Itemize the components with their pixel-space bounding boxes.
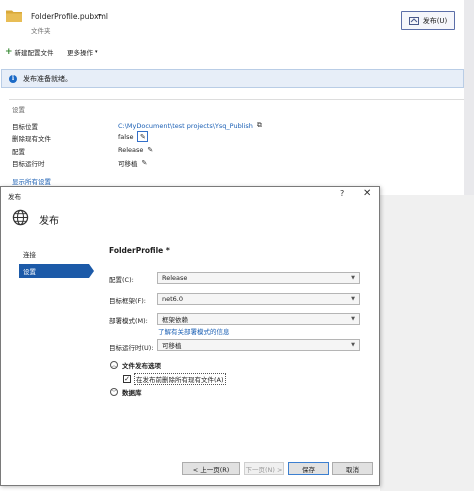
runtime-select-value: 可移植 (162, 342, 182, 350)
publish-button[interactable]: 发布(U) (401, 11, 455, 30)
deployment-select-value: 框架依赖 (162, 316, 188, 324)
profile-title: FolderProfile * (109, 246, 170, 255)
target-runtime-label: 目标运行时 (12, 160, 45, 168)
deployment-mode-link[interactable]: 了解有关部署模式的信息 (158, 326, 230, 336)
close-icon[interactable]: ✕ (363, 188, 371, 199)
save-button-label: 保存 (302, 465, 315, 474)
target-runtime-text: 可移植 (118, 160, 138, 168)
settings-section-title: 设置 (12, 106, 25, 114)
more-actions-button[interactable]: 更多操作 ▾ (67, 47, 98, 57)
chevron-down-icon: ▼ (351, 296, 355, 302)
configuration-label: 配置 (12, 148, 25, 156)
chevron-down-icon: ▼ (351, 316, 355, 322)
dialog-title: 发布 (8, 193, 21, 201)
globe-icon (12, 209, 29, 226)
configuration-value: Release ✎ (118, 146, 153, 154)
pencil-icon[interactable]: ✎ (137, 131, 149, 142)
framework-select-value: net6.0 (162, 295, 184, 303)
status-info-bar: i 发布准备就绪。 (1, 69, 464, 88)
cancel-button-label: 取消 (346, 465, 359, 474)
delete-existing-checkbox-row[interactable]: ✓ 在发布前删除所有现有文件(A) (123, 373, 226, 385)
runtime-select[interactable]: 可移植 ▼ (157, 339, 360, 351)
framework-field-label: 目标框架(F): (109, 297, 147, 305)
info-icon: i (9, 74, 17, 83)
profile-dropdown-icon[interactable]: ▾ (98, 12, 101, 19)
delete-existing-checkbox-label: 在发布前删除所有现有文件(A) (134, 373, 226, 385)
delete-existing-label: 删除现有文件 (12, 135, 51, 143)
nav-item-label: 设置 (23, 268, 36, 276)
target-location-link[interactable]: C:\MyDocument\test projects\Ysq_Publish (118, 122, 253, 130)
next-button-label: 下一页(N) > (245, 465, 283, 474)
target-location-value: C:\MyDocument\test projects\Ysq_Publish … (118, 121, 262, 130)
prev-button-label: < 上一页(R) (192, 465, 230, 474)
file-publish-options-label: 文件发布选项 (122, 362, 161, 370)
dialog-heading: 发布 (39, 216, 59, 227)
prev-button[interactable]: < 上一页(R) (182, 462, 240, 475)
profile-toolbar: + 新建配置文件 更多操作 ▾ (0, 44, 200, 58)
cancel-button[interactable]: 取消 (332, 462, 373, 475)
configuration-text: Release (118, 146, 144, 154)
chevron-down-icon: ▾ (95, 49, 98, 55)
status-message: 发布准备就绪。 (23, 74, 72, 83)
configuration-field-label: 配置(C): (109, 276, 134, 284)
nav-item-settings[interactable]: 设置 (19, 264, 94, 278)
nav-item-connection[interactable]: 连接 (19, 247, 89, 261)
profile-type: 文件夹 (31, 27, 51, 35)
chevron-up-icon: ︿ (110, 361, 118, 369)
file-publish-options-toggle[interactable]: ︿ 文件发布选项 (110, 360, 161, 370)
nav-item-label: 连接 (23, 251, 36, 259)
new-profile-button[interactable]: + 新建配置文件 (5, 47, 54, 58)
delete-existing-value: false ✎ (118, 131, 149, 142)
plus-icon: + (5, 47, 13, 57)
active-arrow (89, 264, 94, 278)
help-icon[interactable]: ? (340, 189, 344, 198)
framework-select[interactable]: net6.0 ▼ (157, 293, 360, 305)
publish-icon (408, 16, 419, 25)
dialog-titlebar[interactable]: 发布 ? ✕ (1, 187, 379, 203)
configuration-select-value: Release (162, 274, 188, 282)
databases-toggle[interactable]: ﹀ 数据库 (110, 387, 142, 397)
delete-existing-text: false (118, 132, 134, 141)
save-button[interactable]: 保存 (288, 462, 329, 475)
runtime-field-label: 目标运行时(U): (109, 344, 154, 352)
target-location-label: 目标位置 (12, 123, 38, 131)
copy-icon[interactable]: ⧉ (257, 121, 262, 130)
publish-button-label: 发布(U) (422, 16, 448, 25)
chevron-down-icon: ▼ (351, 342, 355, 348)
chevron-down-icon: ▼ (351, 275, 355, 281)
background-panel (380, 195, 474, 491)
chevron-down-icon: ﹀ (110, 388, 118, 396)
profile-name[interactable]: FolderProfile.pubxml (31, 12, 108, 21)
deployment-select[interactable]: 框架依赖 ▼ (157, 313, 360, 325)
next-button[interactable]: 下一页(N) > (244, 462, 284, 475)
configuration-select[interactable]: Release ▼ (157, 272, 360, 284)
new-profile-label: 新建配置文件 (14, 49, 54, 57)
folder-icon (6, 10, 22, 22)
more-actions-label: 更多操作 (67, 49, 93, 57)
delete-existing-checkbox[interactable]: ✓ (123, 375, 131, 383)
divider (9, 99, 464, 100)
target-runtime-value: 可移植 ✎ (118, 158, 147, 168)
pencil-icon[interactable]: ✎ (142, 159, 148, 167)
publish-dialog: 发布 ? ✕ 发布 连接 设置 FolderProfile * 配置(C): R… (0, 186, 380, 486)
deployment-field-label: 部署模式(M): (109, 317, 148, 325)
pencil-icon[interactable]: ✎ (147, 146, 153, 154)
databases-label: 数据库 (122, 389, 142, 397)
show-all-settings-link[interactable]: 显示所有设置 (12, 176, 51, 186)
profile-header: FolderProfile.pubxml ▾ 文件夹 发布(U) (0, 0, 464, 42)
